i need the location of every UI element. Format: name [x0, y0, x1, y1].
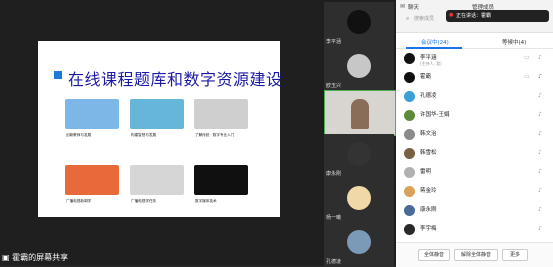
avatar — [347, 186, 371, 210]
slide-card-caption: 了解传统 · 数字专业人门 — [195, 133, 235, 137]
mic-icon[interactable]: ♪ — [538, 187, 542, 194]
slide-logo-icon — [54, 71, 62, 79]
member-role: (主持人, 我) — [420, 61, 442, 66]
panel-header: ✉ 聊天 管理成员 ⌕ 搜索成员 ● 正在讲话：霍霸 — [396, 0, 553, 33]
slide-card-caption: 构建智慧与发展 — [131, 133, 157, 137]
slide-card-5 — [65, 165, 119, 195]
avatar — [347, 54, 371, 78]
slide-card-caption: 数字媒体技术 — [195, 199, 217, 203]
member-name: 韩雪松 — [420, 150, 437, 156]
thumb-name: 孔德凌 — [326, 259, 342, 265]
panel-footer: 全体静音 解除全体静音 更多 — [396, 242, 553, 267]
monitor-icon: ▣ — [2, 253, 13, 262]
video-thumbnails-column[interactable]: 李平涵 欧玉兴 霍霸 康永刚 杨一曦 孔德凌 — [321, 0, 396, 266]
mic-icon[interactable]: ♪ — [538, 168, 542, 175]
slide-card-caption: 广播电视学任务 — [131, 199, 157, 203]
tab-in-meeting[interactable]: 会议中(24) — [421, 38, 449, 46]
slide-card-7 — [194, 165, 248, 195]
avatar — [404, 167, 415, 178]
thumb-tile-active[interactable]: 霍霸 — [324, 90, 396, 136]
member-name: 孔德凌 — [420, 93, 437, 99]
mic-icon[interactable]: ♪ — [538, 225, 542, 232]
member-name: 李宇梅 — [420, 226, 437, 232]
more-button[interactable]: 更多 — [502, 249, 528, 261]
search-input[interactable]: 搜索成员 — [414, 15, 434, 22]
thumb-name: 李平涵 — [326, 39, 342, 45]
member-row[interactable]: 许国华-王娟 ♪ — [396, 107, 553, 124]
mic-icon[interactable]: ♪ — [538, 206, 542, 213]
mic-icon[interactable]: ♪ — [538, 92, 542, 99]
member-row[interactable]: 雷明 ♪ — [396, 164, 553, 181]
mic-icon[interactable]: ♪ — [538, 149, 542, 156]
video-off-icon[interactable]: ▭ — [524, 54, 530, 61]
unmute-all-button[interactable]: 解除全体静音 — [454, 249, 498, 261]
mic-icon[interactable]: ♪ — [538, 54, 542, 61]
member-name: 霍霸 — [420, 74, 432, 80]
member-name: 韩文治 — [420, 131, 437, 137]
member-name: 李平涵 — [420, 55, 437, 61]
member-row[interactable]: 李宇梅 ♪ — [396, 221, 553, 238]
slide-card-1 — [65, 99, 119, 129]
thumb-name: 霍霸 — [327, 128, 338, 134]
member-name: 康永刚 — [420, 207, 437, 213]
member-row[interactable]: 霍霸 ▭ ♪ — [396, 69, 553, 86]
member-row[interactable]: 韩雪松 ♪ — [396, 145, 553, 162]
avatar — [347, 10, 371, 34]
screen-share-label: ▣ 霍霸的屏幕共享 — [2, 253, 69, 262]
mic-icon: ● — [449, 12, 454, 18]
avatar — [404, 186, 415, 197]
member-row[interactable]: 韩文治 ♪ — [396, 126, 553, 143]
thumb-tile[interactable]: 李平涵 — [324, 2, 394, 46]
slide-card-caption: 创新教师与发展 — [66, 133, 92, 137]
shared-screen-area: 在线课程题库和数字资源建设 创新教师与发展 构建智慧与发展 了解传统 · 数字专… — [0, 0, 321, 266]
thumb-name: 欧玉兴 — [326, 83, 342, 89]
member-row[interactable]: 蒋金玲 ♪ — [396, 183, 553, 200]
active-tab-underline — [406, 47, 462, 49]
avatar — [347, 230, 371, 254]
avatar — [404, 148, 415, 159]
avatar — [404, 72, 415, 83]
slide-card-3 — [194, 99, 248, 129]
avatar — [347, 142, 371, 166]
avatar — [404, 224, 415, 235]
member-name: 蒋金玲 — [420, 188, 437, 194]
presentation-slide: 在线课程题库和数字资源建设 创新教师与发展 构建智慧与发展 了解传统 · 数字专… — [38, 41, 283, 217]
avatar — [404, 110, 415, 121]
slide-card-6 — [130, 165, 184, 195]
speaker-video — [351, 99, 369, 129]
avatar — [404, 129, 415, 140]
member-row[interactable]: 康永刚 ♪ — [396, 202, 553, 219]
member-row[interactable]: 李平涵 (主持人, 我) ▭ ♪ — [396, 50, 553, 67]
avatar — [404, 205, 415, 216]
member-name: 许国华-王娟 — [420, 112, 450, 118]
slide-card-caption: 广播电视新闻学 — [66, 199, 92, 203]
mic-icon[interactable]: ♪ — [538, 130, 542, 137]
member-name: 雷明 — [420, 169, 432, 175]
slide-card-2 — [130, 99, 184, 129]
thumb-tile[interactable]: 杨一曦 — [324, 178, 394, 222]
thumb-name: 杨一曦 — [326, 215, 342, 221]
mute-all-button[interactable]: 全体静音 — [418, 249, 450, 261]
thumb-tile[interactable]: 康永刚 — [324, 134, 394, 178]
speaking-text: 正在讲话：霍霸 — [456, 13, 492, 19]
thumb-tile[interactable]: 孔德凌 — [324, 222, 394, 266]
video-off-icon[interactable]: ▭ — [524, 73, 530, 80]
members-panel: ✉ 聊天 管理成员 ⌕ 搜索成员 ● 正在讲话：霍霸 会议中(24) 等候中(4… — [396, 0, 553, 267]
thumb-name: 康永刚 — [326, 171, 342, 177]
slide-title: 在线课程题库和数字资源建设 — [68, 70, 283, 89]
search-icon: ⌕ — [406, 15, 410, 22]
member-row[interactable]: 孔德凌 ♪ — [396, 88, 553, 105]
avatar — [404, 91, 415, 102]
tab-waiting[interactable]: 等候中(4) — [502, 38, 526, 46]
mic-icon[interactable]: ♪ — [538, 111, 542, 118]
mic-active-icon[interactable]: ♪ — [538, 73, 542, 80]
speaking-banner: ● 正在讲话：霍霸 — [446, 10, 549, 22]
avatar — [404, 53, 415, 64]
tab-chat[interactable]: 聊天 — [408, 3, 419, 11]
chat-icon: ✉ — [400, 3, 406, 10]
thumb-tile[interactable]: 欧玉兴 — [324, 46, 394, 90]
